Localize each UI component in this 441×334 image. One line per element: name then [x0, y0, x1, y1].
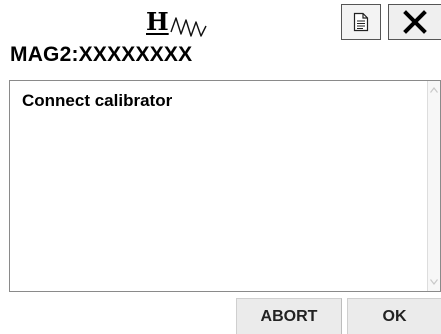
scroll-up-arrow-icon[interactable]: [428, 83, 440, 97]
message-text: Connect calibrator: [22, 91, 173, 110]
document-button[interactable]: [341, 4, 381, 40]
close-button[interactable]: [388, 4, 441, 40]
app-logo: H: [146, 8, 212, 40]
abort-button[interactable]: ABORT: [236, 298, 342, 334]
close-icon: [403, 10, 427, 34]
message-box: Connect calibrator: [9, 80, 441, 292]
waveform-icon: [170, 17, 207, 37]
scroll-down-arrow-icon[interactable]: [428, 275, 440, 289]
vertical-scrollbar[interactable]: [427, 81, 440, 291]
logo-letter: H: [146, 7, 169, 36]
document-icon: [353, 12, 369, 32]
ok-button[interactable]: OK: [347, 298, 441, 334]
device-title: MAG2:XXXXXXXX: [10, 43, 193, 66]
